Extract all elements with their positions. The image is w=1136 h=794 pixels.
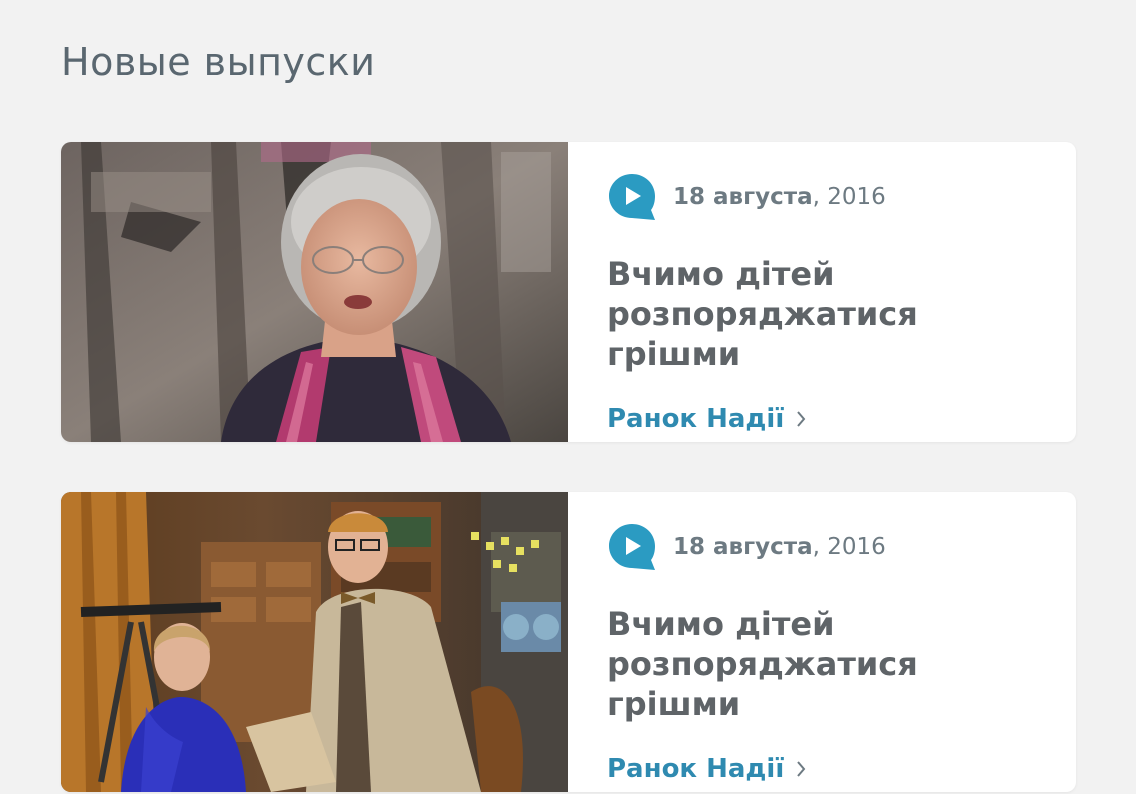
episode-info: 18 августа, 2016 Вчимо дітей розпоряджат… [568, 142, 1076, 442]
new-episodes-page: Новые выпуски 18 августа, 2016 Вчимо діт… [0, 0, 1136, 794]
program-link-label: Ранок Надії [607, 754, 785, 784]
chevron-right-icon [797, 761, 806, 777]
woman-speaking-thumbnail-image [61, 142, 568, 442]
episode-title[interactable]: Вчимо дітей розпоряджатися грішми [607, 604, 1027, 724]
episode-thumbnail[interactable] [61, 492, 568, 792]
program-link[interactable]: Ранок Надії [607, 404, 806, 434]
episode-card[interactable]: 18 августа, 2016 Вчимо дітей розпоряджат… [61, 492, 1076, 792]
episode-date: 18 августа, 2016 [673, 534, 886, 560]
section-title: Новые выпуски [61, 40, 376, 84]
play-bubble-icon[interactable] [607, 172, 657, 222]
program-link-label: Ранок Надії [607, 404, 785, 434]
episode-title[interactable]: Вчимо дітей розпоряджатися грішми [607, 254, 1027, 374]
studio-host-thumbnail-image [61, 492, 568, 792]
episode-date-year: 2016 [827, 534, 886, 560]
episode-meta: 18 августа, 2016 [607, 522, 1076, 572]
episode-meta: 18 августа, 2016 [607, 172, 1076, 222]
episode-info: 18 августа, 2016 Вчимо дітей розпоряджат… [568, 492, 1076, 792]
episode-date-day: 18 августа [673, 534, 813, 560]
episode-date-separator: , [812, 534, 828, 560]
play-bubble-icon[interactable] [607, 522, 657, 572]
chevron-right-icon [797, 411, 806, 427]
episode-date-year: 2016 [827, 184, 886, 210]
episode-date: 18 августа, 2016 [673, 184, 886, 210]
episode-card[interactable]: 18 августа, 2016 Вчимо дітей розпоряджат… [61, 142, 1076, 442]
episode-date-separator: , [812, 184, 828, 210]
episode-thumbnail[interactable] [61, 142, 568, 442]
program-link[interactable]: Ранок Надії [607, 754, 806, 784]
episode-date-day: 18 августа [673, 184, 813, 210]
